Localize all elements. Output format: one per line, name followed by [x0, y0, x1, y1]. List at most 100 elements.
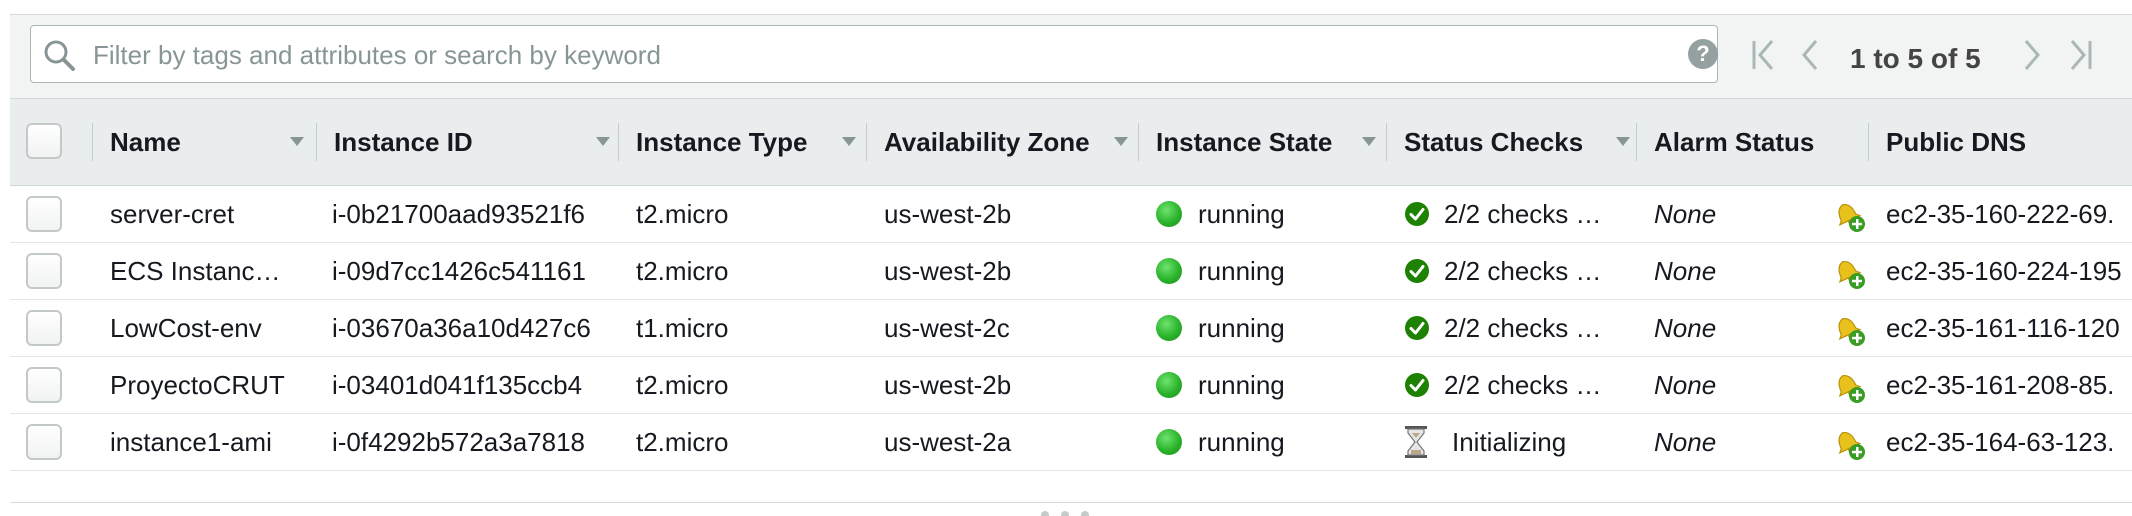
search-icon — [44, 40, 75, 71]
instance-state: running — [1156, 186, 1285, 242]
filter-toolbar: ? 1 to 5 of 5 — [10, 14, 2132, 99]
add-alarm-bell-icon[interactable] — [1832, 255, 1866, 291]
public-dns: ec2-35-164-63-123. — [1886, 426, 2115, 457]
alarm-status: None — [1654, 426, 1717, 457]
pagination-text: 1 to 5 of 5 — [1850, 43, 1981, 74]
help-icon[interactable]: ? — [1687, 38, 1719, 70]
instances-table: Name Instance ID Instance Type Availabil… — [10, 98, 2132, 471]
alarm-status: None — [1654, 198, 1717, 229]
status-checks: 2/2 checks … — [1404, 243, 1602, 299]
running-status-icon — [1156, 429, 1182, 455]
column-divider — [618, 123, 619, 161]
running-status-icon — [1156, 372, 1182, 398]
row-checkbox[interactable] — [26, 424, 62, 460]
instance-name: ProyectoCRUT — [110, 369, 285, 400]
row-checkbox[interactable] — [26, 253, 62, 289]
instance-name: instance1-ami — [110, 426, 272, 457]
table-row[interactable]: ProyectoCRUT i-03401d041f135ccb4 t2.micr… — [10, 357, 2132, 414]
column-header-availability-zone[interactable]: Availability Zone — [884, 99, 1144, 185]
availability-zone: us-west-2a — [884, 426, 1012, 457]
table-row[interactable]: ECS Instanc… i-09d7cc1426c541161 t2.micr… — [10, 243, 2132, 300]
instance-type: t1.micro — [636, 312, 729, 343]
column-header-instance-id[interactable]: Instance ID — [334, 99, 614, 185]
search-box[interactable]: ? — [30, 25, 1718, 83]
sort-caret-icon[interactable] — [290, 137, 304, 147]
row-checkbox[interactable] — [26, 196, 62, 232]
instance-id: i-03670a36a10d427c6 — [332, 312, 591, 343]
column-header-public-dns[interactable]: Public DNS — [1886, 99, 2126, 185]
column-label: Name — [110, 126, 181, 157]
instance-id: i-03401d041f135ccb4 — [332, 369, 583, 400]
status-checks-label: Initializing — [1452, 426, 1567, 457]
column-divider — [1636, 123, 1637, 161]
instance-name: LowCost-env — [110, 312, 262, 343]
running-status-icon — [1156, 258, 1182, 284]
search-input[interactable] — [91, 34, 1655, 76]
next-page-icon[interactable] — [2022, 37, 2044, 73]
instance-id: i-09d7cc1426c541161 — [332, 255, 586, 286]
column-label: Instance State — [1156, 126, 1333, 157]
add-alarm-bell-icon[interactable] — [1832, 426, 1866, 462]
sort-caret-icon[interactable] — [842, 137, 856, 147]
sort-caret-icon[interactable] — [1114, 137, 1128, 147]
alarm-status: None — [1654, 369, 1717, 400]
previous-page-icon[interactable] — [1798, 37, 1820, 73]
instance-name: ECS Instanc… — [110, 255, 281, 286]
column-header-name[interactable]: Name — [110, 99, 310, 185]
instance-state-label: running — [1198, 369, 1285, 400]
instance-state: running — [1156, 414, 1285, 470]
instance-id: i-0b21700aad93521f6 — [332, 198, 586, 229]
running-status-icon — [1156, 201, 1182, 227]
sort-caret-icon[interactable] — [1616, 137, 1630, 147]
column-header-instance-state[interactable]: Instance State — [1156, 99, 1386, 185]
add-alarm-bell-icon[interactable] — [1832, 198, 1866, 234]
table-row[interactable]: LowCost-env i-03670a36a10d427c6 t1.micro… — [10, 300, 2132, 357]
instance-state: running — [1156, 243, 1285, 299]
instance-state-label: running — [1198, 312, 1285, 343]
alarm-status: None — [1654, 312, 1717, 343]
add-alarm-bell-icon[interactable] — [1832, 312, 1866, 348]
column-label: Status Checks — [1404, 126, 1584, 157]
status-checks-label: 2/2 checks … — [1444, 369, 1602, 400]
instance-state: running — [1156, 300, 1285, 356]
column-label: Alarm Status — [1654, 126, 1815, 157]
table-bottom-divider — [10, 502, 2132, 503]
check-circle-icon — [1405, 202, 1429, 226]
status-checks-label: 2/2 checks … — [1444, 198, 1602, 229]
column-divider — [92, 123, 93, 161]
column-label: Availability Zone — [884, 126, 1090, 157]
instance-id: i-0f4292b572a3a7818 — [332, 426, 586, 457]
sort-caret-icon[interactable] — [596, 137, 610, 147]
row-checkbox[interactable] — [26, 367, 62, 403]
availability-zone: us-west-2c — [884, 312, 1010, 343]
column-divider — [866, 123, 867, 161]
availability-zone: us-west-2b — [884, 369, 1012, 400]
column-header-alarm-status[interactable]: Alarm Status — [1654, 99, 1874, 185]
row-checkbox[interactable] — [26, 310, 62, 346]
table-body: server-cret i-0b21700aad93521f6 t2.micro… — [10, 186, 2132, 471]
status-checks-label: 2/2 checks … — [1444, 255, 1602, 286]
sort-caret-icon[interactable] — [1362, 137, 1376, 147]
check-circle-icon — [1405, 316, 1429, 340]
instance-type: t2.micro — [636, 198, 729, 229]
first-page-icon[interactable] — [1750, 37, 1778, 73]
table-row[interactable]: instance1-ami i-0f4292b572a3a7818 t2.mic… — [10, 414, 2132, 471]
column-header-instance-type[interactable]: Instance Type — [636, 99, 856, 185]
instance-name: server-cret — [110, 198, 235, 229]
add-alarm-bell-icon[interactable] — [1832, 369, 1866, 405]
status-checks: 2/2 checks … — [1404, 186, 1602, 242]
column-label: Instance ID — [334, 126, 473, 157]
running-status-icon — [1156, 315, 1182, 341]
status-checks: 2/2 checks … — [1404, 300, 1602, 356]
alarm-status: None — [1654, 255, 1717, 286]
last-page-icon[interactable] — [2066, 37, 2094, 73]
column-header-status-checks[interactable]: Status Checks — [1404, 99, 1644, 185]
resize-handle-icon[interactable] — [1040, 510, 1090, 516]
svg-text:?: ? — [1696, 41, 1709, 66]
table-header: Name Instance ID Instance Type Availabil… — [10, 98, 2132, 186]
select-all-checkbox[interactable] — [26, 123, 62, 159]
instance-type: t2.micro — [636, 426, 729, 457]
availability-zone: us-west-2b — [884, 255, 1012, 286]
table-row[interactable]: server-cret i-0b21700aad93521f6 t2.micro… — [10, 186, 2132, 243]
instance-type: t2.micro — [636, 369, 729, 400]
